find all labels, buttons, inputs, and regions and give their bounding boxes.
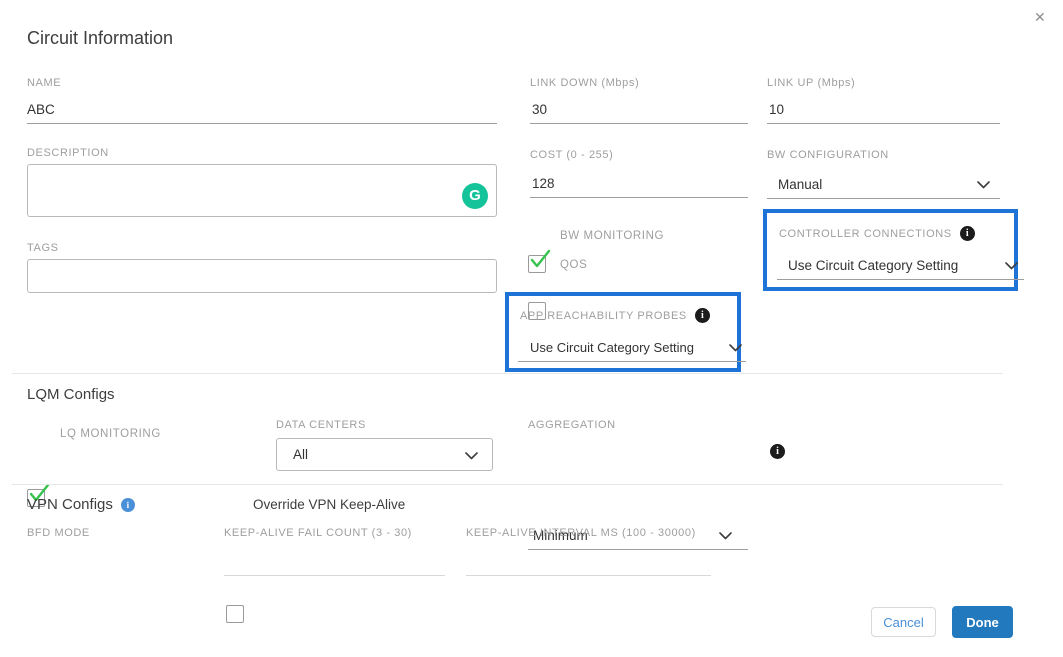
keep-alive-fail-count-label: KEEP-ALIVE FAIL COUNT (3 - 30)	[224, 527, 412, 539]
controller-connections-highlight: CONTROLLER CONNECTIONS i Use Circuit Cat…	[763, 209, 1018, 291]
section-divider	[12, 373, 1003, 374]
aggregation-info-icon[interactable]: i	[770, 444, 785, 459]
lq-monitoring-label: LQ MONITORING	[60, 428, 161, 440]
bfd-mode-label: BFD MODE	[27, 527, 90, 539]
keep-alive-interval-label: KEEP-ALIVE INTERVAL MS (100 - 30000)	[466, 527, 696, 539]
cost-input[interactable]: 128	[530, 170, 748, 198]
keep-alive-interval-input[interactable]	[466, 548, 711, 576]
page-title: Circuit Information	[27, 28, 173, 49]
bw-configuration-value: Manual	[767, 177, 822, 192]
data-centers-value: All	[277, 447, 308, 462]
bw-monitoring-checkbox[interactable]	[528, 255, 546, 273]
link-up-label: LINK UP (Mbps)	[767, 77, 855, 89]
data-centers-label: DATA CENTERS	[276, 419, 366, 431]
grammarly-icon[interactable]: G	[462, 183, 488, 209]
data-centers-select[interactable]: All	[276, 438, 493, 471]
controller-connections-label: CONTROLLER CONNECTIONS	[779, 228, 952, 240]
chevron-down-icon	[977, 181, 990, 189]
controller-connections-value: Use Circuit Category Setting	[777, 258, 958, 273]
tags-label: TAGS	[27, 242, 59, 254]
cancel-button[interactable]: Cancel	[871, 607, 936, 637]
name-label: NAME	[27, 77, 61, 89]
link-down-input[interactable]: 30	[530, 96, 748, 124]
cost-value: 128	[530, 176, 555, 191]
bw-configuration-label: BW CONFIGURATION	[767, 149, 889, 161]
override-vpn-keep-alive-label: Override VPN Keep-Alive	[253, 497, 405, 512]
tags-input[interactable]	[27, 259, 497, 293]
chevron-down-icon	[465, 452, 478, 460]
name-value: ABC	[27, 102, 55, 117]
bw-configuration-select[interactable]: Manual	[767, 170, 1000, 199]
link-down-value: 30	[530, 102, 547, 117]
chevron-down-icon	[719, 532, 732, 540]
circuit-information-dialog: ✕ Circuit Information NAME ABC LINK DOWN…	[0, 0, 1063, 657]
aggregation-label: AGGREGATION	[528, 419, 616, 431]
done-button[interactable]: Done	[952, 606, 1013, 638]
info-icon[interactable]: i	[960, 226, 975, 241]
app-reachability-probes-highlight: APP REACHABILITY PROBES i Use Circuit Ca…	[505, 292, 741, 372]
description-textarea[interactable]: G	[27, 164, 497, 217]
qos-label: QOS	[560, 259, 587, 271]
override-vpn-keep-alive-checkbox[interactable]	[226, 605, 244, 623]
keep-alive-fail-count-input[interactable]	[224, 548, 445, 576]
controller-connections-select[interactable]: Use Circuit Category Setting	[777, 251, 1024, 280]
cost-label: COST (0 - 255)	[530, 149, 613, 161]
check-icon	[528, 248, 552, 270]
chevron-down-icon	[729, 344, 742, 352]
link-up-input[interactable]: 10	[767, 96, 1000, 124]
section-divider	[12, 484, 1003, 485]
vpn-configs-info-icon[interactable]: i	[121, 498, 135, 512]
link-up-value: 10	[767, 102, 784, 117]
info-icon[interactable]: i	[695, 308, 710, 323]
app-reachability-probes-value: Use Circuit Category Setting	[518, 340, 694, 355]
close-icon[interactable]: ✕	[1034, 10, 1046, 24]
vpn-configs-title: VPN Configs	[27, 496, 113, 513]
link-down-label: LINK DOWN (Mbps)	[530, 77, 639, 89]
app-reachability-probes-label: APP REACHABILITY PROBES	[520, 310, 687, 322]
bw-monitoring-label: BW MONITORING	[560, 230, 664, 242]
description-label: DESCRIPTION	[27, 147, 109, 159]
chevron-down-icon	[1005, 262, 1018, 270]
name-input[interactable]: ABC	[27, 96, 497, 124]
lqm-configs-title: LQM Configs	[27, 386, 115, 403]
app-reachability-probes-select[interactable]: Use Circuit Category Setting	[518, 333, 746, 362]
